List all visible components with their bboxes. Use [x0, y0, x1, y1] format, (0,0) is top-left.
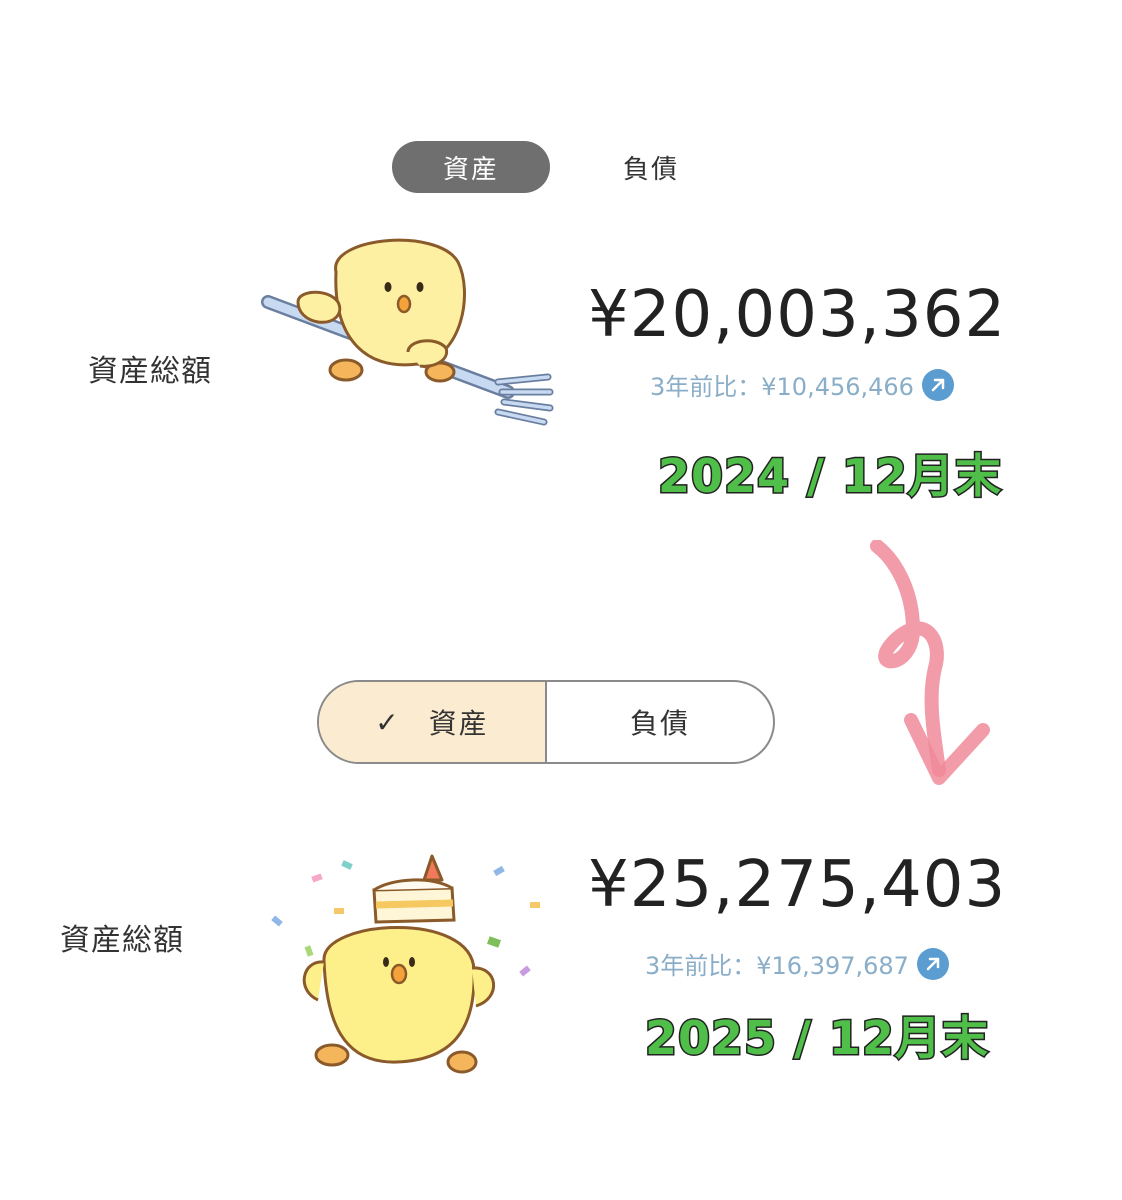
compare-text: 3年前比：¥10,456,466 — [650, 373, 914, 401]
compare-3y-2024: 3年前比：¥10,456,466 — [650, 367, 954, 402]
cake-icon — [372, 854, 456, 924]
tab-liabilities[interactable]: 負債 — [547, 682, 773, 762]
tab-assets[interactable]: ✓ 資産 — [319, 682, 547, 762]
period-note-2025: 2025 / 12月末 — [644, 1010, 990, 1067]
chick-cake-illustration — [271, 854, 540, 1074]
chick-fork-illustration — [261, 238, 554, 426]
tab-liabilities-old[interactable]: 負債 — [585, 141, 717, 193]
tab-assets-label: 資産 — [428, 707, 489, 740]
assets-liabilities-toggle: ✓ 資産 負債 — [317, 680, 775, 764]
arrow-up-right-icon[interactable] — [916, 947, 949, 980]
period-note-2024: 2024 / 12月末 — [657, 448, 1003, 505]
total-assets-label-2024: 資産総額 — [88, 354, 212, 389]
arrow-up-right-icon[interactable] — [921, 368, 954, 401]
compare-text: 3年前比：¥16,397,687 — [645, 952, 909, 980]
total-amount-2025: ¥25,275,403 — [588, 848, 1007, 922]
check-icon: ✓ — [375, 705, 401, 739]
total-assets-label-2025: 資産総額 — [60, 923, 184, 958]
tab-assets-old[interactable]: 資産 — [392, 141, 550, 193]
total-amount-2024: ¥20,003,362 — [588, 278, 1007, 352]
compare-3y-2025: 3年前比：¥16,397,687 — [645, 946, 949, 981]
pink-scribble-down-arrow-icon — [870, 540, 990, 785]
tab-liabilities-label: 負債 — [629, 707, 690, 740]
